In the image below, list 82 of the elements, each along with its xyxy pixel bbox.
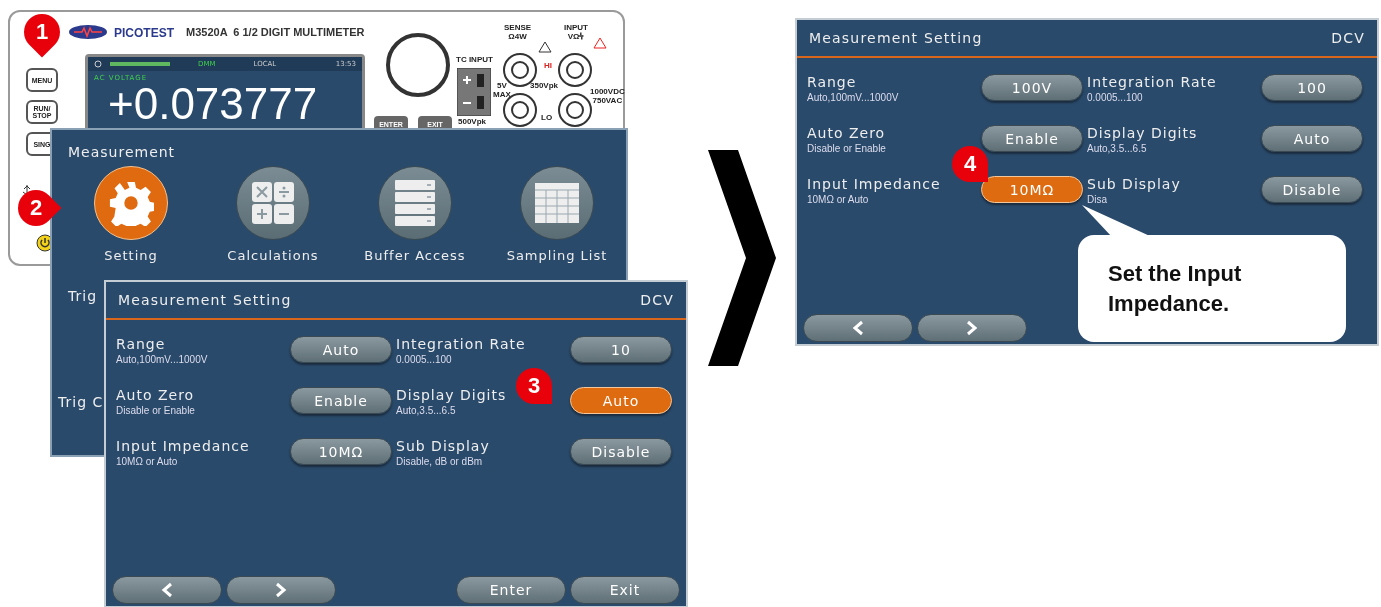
rotary-knob-icon <box>385 32 451 98</box>
setting-value-button[interactable]: Auto <box>1261 125 1363 152</box>
warning-icon <box>538 41 552 53</box>
terminal-jack-icon <box>557 52 593 88</box>
setting-hint: Disa <box>1087 194 1108 205</box>
setting-label: Integration Rate <box>1087 74 1218 90</box>
chevron-left-icon <box>851 320 865 336</box>
tc-limit-label: 5V MAX <box>493 82 511 100</box>
setting-label: Sub Display <box>1087 176 1182 192</box>
screen-title: Measurement Setting <box>809 30 983 46</box>
setting-hint: Disable, dB or dBm <box>396 456 484 467</box>
next-button[interactable] <box>917 314 1027 342</box>
chevron-right-icon <box>274 582 288 598</box>
setting-label: Range <box>116 336 167 352</box>
setting-label: Input Impedance <box>807 176 942 192</box>
setting-hint: Auto,3.5...6.5 <box>396 405 457 416</box>
setting-label: Range <box>807 74 858 90</box>
sense-label: SENSE Ω4W <box>504 24 532 42</box>
input-label: INPUT VΩ⫩ <box>564 24 588 42</box>
chevron-right-icon <box>965 320 979 336</box>
calculator-icon <box>251 181 295 225</box>
stacked-drawers-icon <box>395 180 435 226</box>
logo-icon <box>68 24 108 40</box>
action-button[interactable]: Exit <box>570 576 680 604</box>
setting-label: Display Digits <box>1087 125 1199 141</box>
menu-item[interactable]: Buffer Access <box>356 166 474 263</box>
signal-bar <box>110 62 170 66</box>
input-rating-label: 1000VDC 750VAC <box>590 88 625 106</box>
brand-name: PICOTEST <box>114 26 174 40</box>
setting-value-button[interactable]: 10 <box>570 336 672 363</box>
setting-value-button[interactable]: Auto <box>570 387 672 414</box>
menu-title: Measurement <box>68 144 176 160</box>
screen-title: Measurement Setting <box>118 292 292 308</box>
setting-value-button[interactable]: 10MΩ <box>290 438 392 465</box>
previous-button[interactable] <box>112 576 222 604</box>
setting-hint: 0.0005...100 <box>1087 92 1144 103</box>
setting-value-button[interactable]: 100 <box>1261 74 1363 101</box>
action-button[interactable]: Enter <box>456 576 566 604</box>
setting-value-button[interactable]: 10MΩ <box>981 176 1083 203</box>
mode-label: DCV <box>1331 30 1365 46</box>
setting-hint: Auto,3.5...6.5 <box>1087 143 1148 154</box>
setting-value-button[interactable]: Disable <box>570 438 672 465</box>
setting-label: Sub Display <box>396 438 491 454</box>
menu-item[interactable]: Sampling List <box>498 166 616 263</box>
menu-item[interactable]: Calculations <box>214 166 332 263</box>
terminal-jack-icon <box>557 92 593 128</box>
setting-value-button[interactable]: Auto <box>290 336 392 363</box>
lo-label: LO <box>541 114 553 123</box>
setting-hint: Disable or Enable <box>116 405 196 416</box>
menu-label: Trig C <box>58 394 104 410</box>
refresh-icon <box>94 60 102 68</box>
setting-label: Integration Rate <box>396 336 527 352</box>
menu-label: Trig <box>68 288 98 304</box>
setting-value-button[interactable]: 100V <box>981 74 1083 101</box>
mode-label: DCV <box>640 292 674 308</box>
measurement-reading: +0.073777 <box>107 82 319 126</box>
setting-hint: Auto,100mV...1000V <box>116 354 209 365</box>
chevron-left-icon <box>160 582 174 598</box>
tc-input-label: TC INPUT <box>456 56 493 65</box>
setting-label: Auto Zero <box>807 125 887 141</box>
setting-label: Auto Zero <box>116 387 196 403</box>
setting-hint: Auto,100mV...1000V <box>807 92 900 103</box>
setting-value-button[interactable]: Disable <box>1261 176 1363 203</box>
hi-label: HI <box>544 62 552 71</box>
sense-rating-label: 350Vpk <box>530 82 559 91</box>
setting-value-button[interactable]: Enable <box>290 387 392 414</box>
setting-hint: 10MΩ or Auto <box>807 194 870 205</box>
setting-label: Display Digits <box>396 387 508 403</box>
previous-button[interactable] <box>803 314 913 342</box>
setting-hint: Disable or Enable <box>807 143 887 154</box>
model-name: M3520A 6 1/2 DIGIT MULTIMETER <box>186 26 365 38</box>
tc-input-connector-icon <box>457 68 491 116</box>
warning-icon <box>593 37 607 49</box>
setting-value-button[interactable]: Enable <box>981 125 1083 152</box>
next-button[interactable] <box>226 576 336 604</box>
setting-label: Input Impedance <box>116 438 251 454</box>
tc-rating-label: 500Vpk <box>458 118 487 127</box>
gear-icon <box>108 180 154 226</box>
table-grid-icon <box>535 183 579 223</box>
setting-hint: 10MΩ or Auto <box>116 456 179 467</box>
menu-item[interactable]: Setting <box>72 166 190 263</box>
setting-hint: 0.0005...100 <box>396 354 453 365</box>
